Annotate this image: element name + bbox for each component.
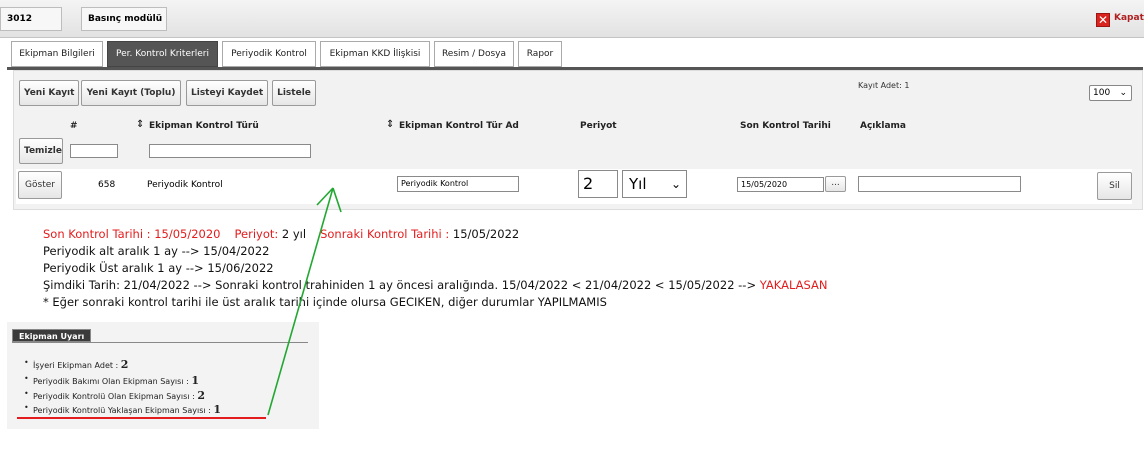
arrow-head-right	[332, 187, 342, 213]
arrow-shaft	[267, 187, 334, 416]
annotation-arrow	[267, 187, 342, 416]
